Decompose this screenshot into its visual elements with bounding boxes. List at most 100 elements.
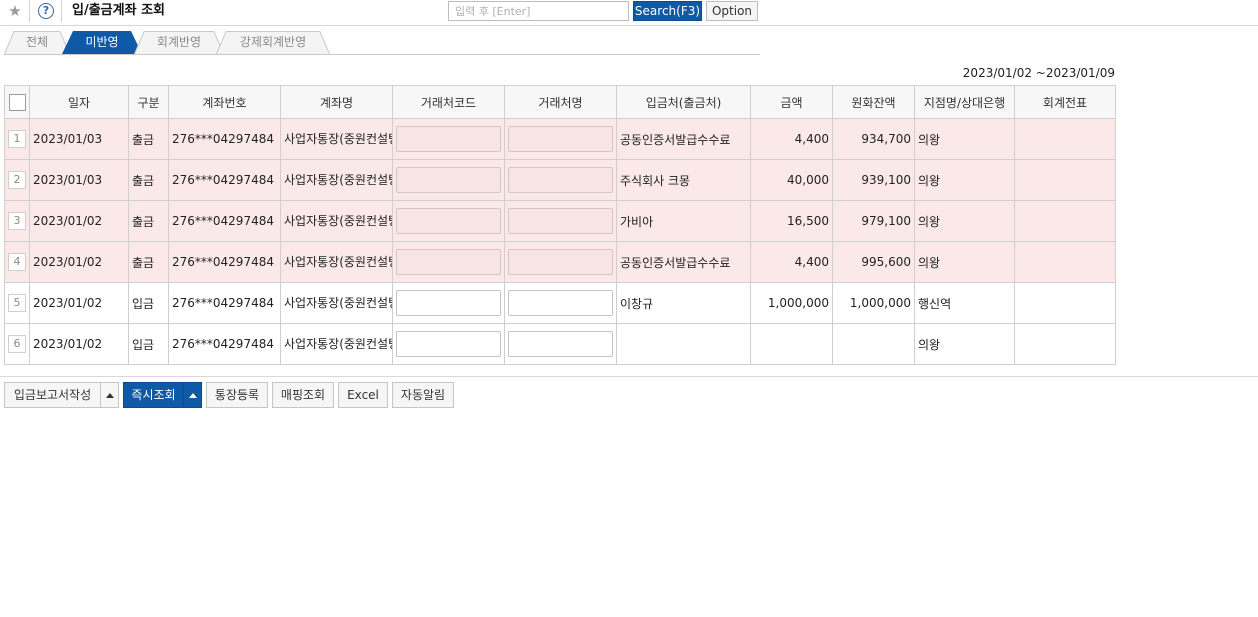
client-name-cell xyxy=(504,159,617,201)
voucher-cell[interactable] xyxy=(1014,159,1116,201)
transactions-table: 일자 구분 계좌번호 계좌명 거래처코드 거래처명 입금처(출금처) 금액 원화… xyxy=(4,85,1116,365)
column-header[interactable]: 계좌명 xyxy=(280,85,393,119)
tab-label: 전체 xyxy=(25,35,49,49)
amount-cell: 4,400 xyxy=(750,241,833,283)
select-all-checkbox[interactable] xyxy=(8,93,26,111)
client-code-input[interactable] xyxy=(396,208,501,234)
branch-cell: 의왕 xyxy=(914,159,1015,201)
balance-cell: 939,100 xyxy=(832,159,915,201)
client-code-input[interactable] xyxy=(396,249,501,275)
account-number-cell: 276***04297484 xyxy=(168,200,281,242)
table-row[interactable]: 3 2023/01/02 출금 276***04297484 사업자통장(중원컨… xyxy=(4,200,1116,242)
client-code-cell xyxy=(392,323,505,365)
tab-unreflected[interactable]: 미반영 xyxy=(62,31,142,54)
table-header-row: 일자 구분 계좌번호 계좌명 거래처코드 거래처명 입금처(출금처) 금액 원화… xyxy=(4,85,1116,119)
row-number[interactable]: 4 xyxy=(8,253,26,271)
row-number[interactable]: 2 xyxy=(8,171,26,189)
client-name-input[interactable] xyxy=(508,126,613,152)
type-cell: 출금 xyxy=(128,200,169,242)
row-number[interactable]: 3 xyxy=(8,212,26,230)
date-cell: 2023/01/02 xyxy=(29,282,129,324)
tab-all[interactable]: 전체 xyxy=(4,31,70,54)
tab-forced-accounting[interactable]: 강제회계반영 xyxy=(216,31,330,54)
branch-cell: 행신역 xyxy=(914,282,1015,324)
column-header[interactable]: 거래처코드 xyxy=(392,85,505,119)
column-header[interactable]: 회계전표 xyxy=(1014,85,1116,119)
account-name-cell: 사업자통장(중원컨설팅) xyxy=(280,118,393,160)
client-name-input[interactable] xyxy=(508,331,613,357)
deposit-report-button[interactable]: 입금보고서작성 xyxy=(4,382,101,408)
account-number-cell: 276***04297484 xyxy=(168,323,281,365)
client-name-input[interactable] xyxy=(508,208,613,234)
account-number-cell: 276***04297484 xyxy=(168,282,281,324)
date-cell: 2023/01/02 xyxy=(29,323,129,365)
tab-label: 미반영 xyxy=(85,35,119,49)
column-header[interactable]: 입금처(출금처) xyxy=(616,85,751,119)
search-button[interactable]: Search(F3) xyxy=(633,1,702,21)
row-number[interactable]: 5 xyxy=(8,294,26,312)
star-icon[interactable]: ★ xyxy=(7,2,23,20)
column-header[interactable]: 계좌번호 xyxy=(168,85,281,119)
type-cell: 입금 xyxy=(128,282,169,324)
client-code-cell xyxy=(392,118,505,160)
toolbar-divider xyxy=(0,376,1258,377)
deposit-report-dropdown[interactable] xyxy=(100,382,119,408)
search-input[interactable] xyxy=(448,1,629,21)
table-row[interactable]: 2 2023/01/03 출금 276***04297484 사업자통장(중원컨… xyxy=(4,159,1116,201)
amount-cell: 40,000 xyxy=(750,159,833,201)
date-cell: 2023/01/02 xyxy=(29,200,129,242)
tab-accounting-reflected[interactable]: 회계반영 xyxy=(134,31,224,54)
balance-cell: 934,700 xyxy=(832,118,915,160)
voucher-cell[interactable] xyxy=(1014,282,1116,324)
mapping-query-button[interactable]: 매핑조회 xyxy=(272,382,334,408)
client-name-input[interactable] xyxy=(508,167,613,193)
account-name-cell: 사업자통장(중원컨설팅) xyxy=(280,323,393,365)
row-number-cell: 4 xyxy=(4,241,30,283)
tab-label: 강제회계반영 xyxy=(239,35,307,49)
filter-tabs: 전체 미반영 회계반영 강제회계반영 xyxy=(4,31,760,55)
balance-cell: 979,100 xyxy=(832,200,915,242)
auto-alert-button[interactable]: 자동알림 xyxy=(392,382,454,408)
account-number-cell: 276***04297484 xyxy=(168,159,281,201)
amount-cell xyxy=(750,323,833,365)
counterparty-cell: 주식회사 크몽 xyxy=(616,159,751,201)
page-header: ★ ? 입/출금계좌 조회 Search(F3) Option xyxy=(0,0,1258,26)
instant-query-button[interactable]: 즉시조회 xyxy=(123,382,184,408)
counterparty-cell xyxy=(616,323,751,365)
client-code-cell xyxy=(392,241,505,283)
table-row[interactable]: 6 2023/01/02 입금 276***04297484 사업자통장(중원컨… xyxy=(4,323,1116,365)
client-code-input[interactable] xyxy=(396,126,501,152)
voucher-cell[interactable] xyxy=(1014,323,1116,365)
client-code-input[interactable] xyxy=(396,290,501,316)
voucher-cell[interactable] xyxy=(1014,118,1116,160)
table-row[interactable]: 5 2023/01/02 입금 276***04297484 사업자통장(중원컨… xyxy=(4,282,1116,324)
client-code-cell xyxy=(392,200,505,242)
client-code-input[interactable] xyxy=(396,331,501,357)
tab-label: 회계반영 xyxy=(156,35,202,49)
branch-cell: 의왕 xyxy=(914,241,1015,283)
branch-cell: 의왕 xyxy=(914,118,1015,160)
instant-query-dropdown[interactable] xyxy=(183,382,202,408)
column-header[interactable]: 거래처명 xyxy=(504,85,617,119)
row-number-cell: 3 xyxy=(4,200,30,242)
table-row[interactable]: 4 2023/01/02 출금 276***04297484 사업자통장(중원컨… xyxy=(4,241,1116,283)
client-name-input[interactable] xyxy=(508,290,613,316)
row-number[interactable]: 1 xyxy=(8,130,26,148)
voucher-cell[interactable] xyxy=(1014,200,1116,242)
column-header[interactable]: 구분 xyxy=(128,85,169,119)
column-header[interactable]: 지점명/상대은행 xyxy=(914,85,1015,119)
row-number[interactable]: 6 xyxy=(8,335,26,353)
account-name-cell: 사업자통장(중원컨설팅) xyxy=(280,241,393,283)
table-row[interactable]: 1 2023/01/03 출금 276***04297484 사업자통장(중원컨… xyxy=(4,118,1116,160)
column-header[interactable]: 금액 xyxy=(750,85,833,119)
help-icon[interactable]: ? xyxy=(38,3,54,19)
client-name-input[interactable] xyxy=(508,249,613,275)
counterparty-cell: 공동인증서발급수수료 xyxy=(616,118,751,160)
column-header[interactable]: 일자 xyxy=(29,85,129,119)
excel-button[interactable]: Excel xyxy=(338,382,388,408)
voucher-cell[interactable] xyxy=(1014,241,1116,283)
register-account-button[interactable]: 통장등록 xyxy=(206,382,268,408)
option-button[interactable]: Option xyxy=(706,1,758,21)
column-header[interactable]: 원화잔액 xyxy=(832,85,915,119)
client-code-input[interactable] xyxy=(396,167,501,193)
